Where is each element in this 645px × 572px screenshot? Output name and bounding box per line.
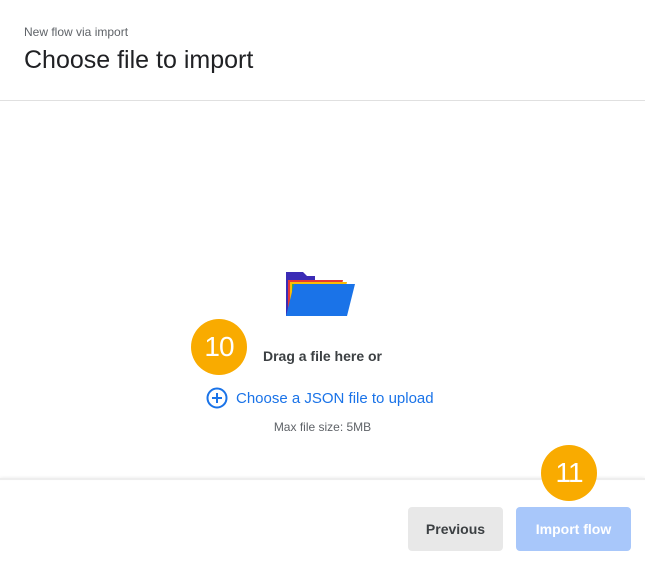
- previous-button[interactable]: Previous: [408, 507, 503, 551]
- dialog-title: Choose file to import: [24, 46, 254, 74]
- dialog-header: New flow via import Choose file to impor…: [0, 0, 645, 101]
- step-badge-11: 11: [541, 445, 597, 501]
- choose-file-label[interactable]: Choose a JSON file to upload: [236, 390, 434, 407]
- choose-file-link[interactable]: Choose a JSON file to upload: [206, 386, 434, 410]
- folder-icon: [286, 272, 355, 316]
- drag-instruction: Drag a file here or: [0, 348, 645, 364]
- import-flow-button[interactable]: Import flow: [516, 507, 631, 551]
- step-badge-10: 10: [191, 319, 247, 375]
- add-circle-icon: [206, 387, 228, 409]
- drag-instruction-text: Drag a file here or: [262, 348, 383, 364]
- dialog-subtitle: New flow via import: [24, 25, 129, 39]
- max-file-size-note: Max file size: 5MB: [273, 420, 372, 434]
